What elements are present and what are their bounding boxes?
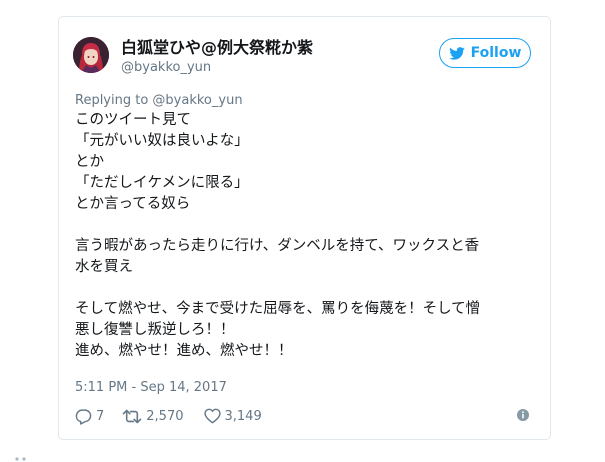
follow-button-label: Follow — [470, 45, 522, 61]
author-display-name[interactable]: 白狐堂ひや@例大祭糀か紫 — [121, 38, 313, 58]
avatar-image — [73, 37, 109, 73]
like-button[interactable]: 3,149 — [203, 408, 262, 424]
reply-button[interactable]: 7 — [75, 408, 104, 425]
reply-context[interactable]: Replying to @byakko_yun — [75, 93, 243, 108]
tweet-text-line: 水を買え — [75, 259, 133, 275]
tweet-text-line: とか言ってる奴ら — [75, 196, 191, 212]
retweet-icon — [123, 409, 142, 423]
tweet-text-line: とか — [75, 154, 104, 170]
avatar[interactable] — [73, 37, 109, 73]
tweet-timestamp[interactable]: 5:11 PM - Sep 14, 2017 — [75, 380, 227, 395]
tweet-text-line: 「元がいい奴は良いよな」 — [75, 133, 249, 149]
tweet-text-line: 「ただしイケメンに限る」 — [75, 175, 249, 191]
tweet-text-line: 進め、燃やせ！進め、燃やせ！！ — [75, 343, 293, 359]
tweet-text: このツイート見て 「元がいい奴は良いよな」 とか 「ただしイケメンに限る」 とか… — [75, 110, 537, 362]
heart-icon — [203, 408, 221, 424]
twitter-bird-icon — [448, 46, 465, 60]
like-count: 3,149 — [224, 408, 262, 424]
tweet-text-line: 悪し復讐し叛逆しろ！！ — [75, 322, 235, 338]
author-handle[interactable]: @byakko_yun — [121, 59, 313, 77]
follow-button[interactable]: Follow — [439, 38, 531, 68]
reply-count: 7 — [96, 408, 105, 424]
embedded-tweet-card: 白狐堂ひや@例大祭糀か紫 @byakko_yun Follow Replying… — [58, 16, 551, 440]
tweet-text-line: そして燃やせ、今まで受けた屈辱を、罵りを侮蔑を！そして憎 — [75, 301, 481, 317]
reply-icon — [75, 408, 92, 425]
retweet-count: 2,570 — [146, 408, 184, 424]
tweet-actions: 7 2,570 3,149 — [75, 406, 262, 426]
info-icon[interactable] — [517, 409, 529, 421]
tweet-text-line: このツイート見て — [75, 112, 191, 128]
tweet-text-line: 言う暇があったら走りに行け、ダンベルを持て、ワックスと香 — [75, 238, 480, 254]
author-block[interactable]: 白狐堂ひや@例大祭糀か紫 @byakko_yun — [121, 38, 313, 77]
retweet-button[interactable]: 2,570 — [122, 408, 184, 425]
ellipsis-icon — [15, 457, 26, 461]
